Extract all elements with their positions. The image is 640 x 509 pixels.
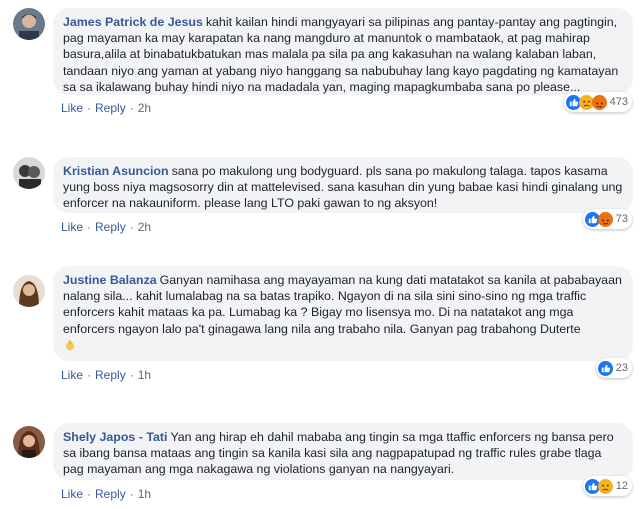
angry-icon [597,211,613,227]
comment-actions: Like · Reply · 1h [61,368,151,382]
comment-bubble: Justine Balanza Ganyan namihasa ang mayay… [53,266,633,361]
reply-link[interactable]: Reply [95,101,126,115]
comment-actions: Like · Reply · 1h [61,487,151,501]
angry-icon [591,94,607,110]
reply-link[interactable]: Reply [95,487,126,501]
like-link[interactable]: Like [61,368,83,382]
avatar[interactable] [13,426,45,458]
sad-icon [597,478,613,494]
reaction-summary[interactable]: 473 [563,92,632,112]
reaction-count: 23 [615,362,628,374]
separator: · [87,368,92,382]
comment-time[interactable]: 2h [138,220,151,234]
separator: · [87,487,92,501]
comment-time[interactable]: 2h [138,101,151,115]
like-icon [597,360,613,376]
avatar[interactable] [13,8,45,40]
comment-bubble: Shely Japos - Tati Yan ang hirap eh dahil… [53,423,633,480]
reaction-summary[interactable]: 73 [582,209,632,229]
comment-time[interactable]: 1h [138,368,151,382]
clapping-hands-icon [65,340,75,351]
comment-actions: Like · Reply · 2h [61,101,151,115]
reaction-summary[interactable]: 23 [595,358,632,378]
like-link[interactable]: Like [61,101,83,115]
comment-author[interactable]: Shely Japos - Tati [63,430,167,444]
reply-link[interactable]: Reply [95,220,126,234]
separator: · [129,368,134,382]
comment-author[interactable]: Justine Balanza [63,273,157,287]
comment-author[interactable]: Kristian Asuncion [63,164,169,178]
reply-link[interactable]: Reply [95,368,126,382]
reaction-count: 73 [615,213,628,225]
comment-time[interactable]: 1h [138,487,151,501]
comment-bubble: James Patrick de Jesus kahit kailan hindi… [53,8,633,95]
separator: · [129,220,134,234]
like-link[interactable]: Like [61,220,83,234]
reaction-summary[interactable]: 12 [582,476,632,496]
separator: · [87,220,92,234]
reaction-count: 12 [615,480,628,492]
comment-bubble: Kristian Asuncion sana po makulong ung bo… [53,157,633,213]
separator: · [87,101,92,115]
separator: · [129,101,134,115]
avatar[interactable] [13,157,45,189]
reaction-count: 473 [609,96,628,108]
avatar[interactable] [13,275,45,307]
separator: · [129,487,134,501]
comment-actions: Like · Reply · 2h [61,220,151,234]
like-link[interactable]: Like [61,487,83,501]
comment-author[interactable]: James Patrick de Jesus [63,15,203,29]
